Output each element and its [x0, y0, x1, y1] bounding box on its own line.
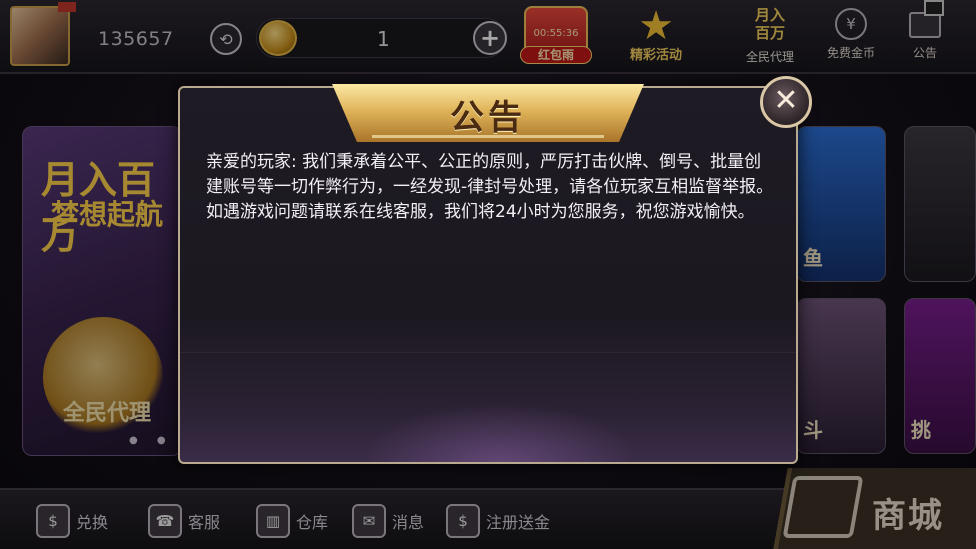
announcement-text: 亲爱的玩家: 我们秉承着公平、公正的原则，严厉打击伙牌、倒号、批量创建账号等一切…	[206, 152, 774, 222]
dialog-title: 公告	[450, 98, 526, 138]
close-button[interactable]: ✕	[760, 76, 812, 128]
announcement-dialog	[178, 86, 798, 464]
dialog-glow	[360, 402, 640, 462]
divider	[180, 352, 796, 353]
